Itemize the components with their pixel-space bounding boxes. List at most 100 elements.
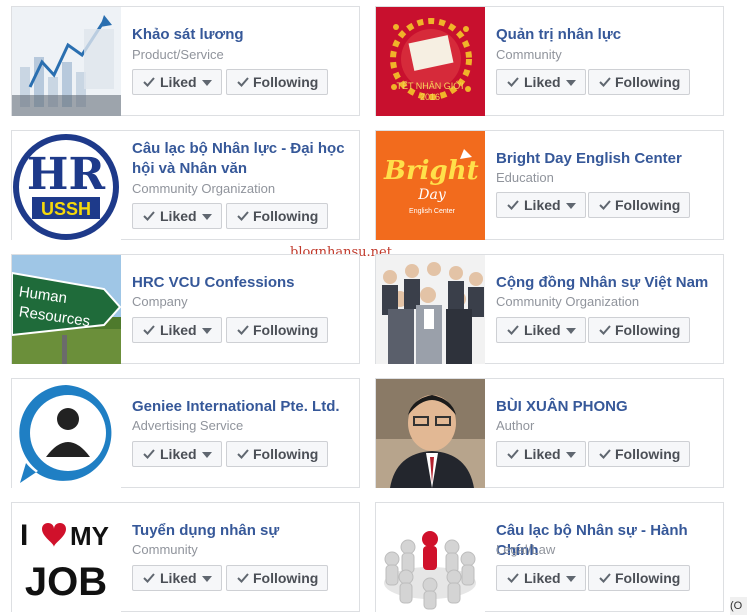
page-title[interactable]: Cộng đồng Nhân sự Việt Nam	[496, 273, 718, 293]
following-button[interactable]: Following	[588, 441, 690, 467]
liked-button[interactable]: Liked	[132, 565, 222, 591]
page-title[interactable]: BÙI XUÂN PHONG	[496, 397, 718, 417]
page-title[interactable]: Tuyển dụng nhân sự	[132, 521, 354, 541]
check-icon	[143, 211, 155, 221]
check-icon	[599, 573, 611, 583]
following-label: Following	[253, 446, 319, 462]
ussh-text: USSH	[41, 199, 91, 219]
liked-button[interactable]: Liked	[496, 192, 586, 218]
page-thumbnail-tet[interactable]: TẾT NHÂN GIỚI 2016	[376, 7, 485, 116]
page-thumbnail-i-love-my-job[interactable]: I MY JOB	[12, 503, 121, 612]
check-icon	[143, 325, 155, 335]
following-button[interactable]: Following	[226, 565, 328, 591]
caret-down-icon	[566, 203, 576, 209]
check-icon	[507, 200, 519, 210]
check-icon	[599, 325, 611, 335]
liked-label: Liked	[524, 197, 561, 213]
page-card-clb-nhan-su-hanh-chinh: Câu lạc bộ Nhân sự - Hành Chính Legal/La…	[375, 502, 724, 612]
liked-label: Liked	[524, 322, 561, 338]
page-category: Community Organization	[132, 181, 276, 196]
following-button[interactable]: Following	[588, 317, 690, 343]
page-card-tuyen-dung-nhan-su: I MY JOB Tuyển dụng nhân sự Community Li…	[11, 502, 360, 612]
following-label: Following	[253, 74, 319, 90]
following-button[interactable]: Following	[588, 565, 690, 591]
liked-button[interactable]: Liked	[132, 203, 222, 229]
liked-label: Liked	[524, 446, 561, 462]
following-label: Following	[615, 74, 681, 90]
page-category: Community Organization	[496, 294, 640, 309]
following-label: Following	[615, 570, 681, 586]
check-icon	[507, 77, 519, 87]
liked-label: Liked	[160, 74, 197, 90]
page-card-quan-tri-nhan-luc: TẾT NHÂN GIỚI 2016 Quản trị nhân lực Com…	[375, 6, 724, 116]
liked-button[interactable]: Liked	[496, 565, 586, 591]
bright-text: Bright	[383, 156, 479, 186]
caret-down-icon	[202, 328, 212, 334]
following-button[interactable]: Following	[226, 69, 328, 95]
check-icon	[599, 200, 611, 210]
page-thumbnail-geniee-logo[interactable]	[12, 379, 121, 488]
liked-button[interactable]: Liked	[132, 69, 222, 95]
page-card-khao-sat-luong: Khảo sát lương Product/Service Liked Fol…	[11, 6, 360, 116]
job-my-text: MY	[70, 521, 109, 551]
page-card-bui-xuan-phong: BÙI XUÂN PHONG Author Liked Following	[375, 378, 724, 488]
liked-button[interactable]: Liked	[496, 69, 586, 95]
page-category: Company	[132, 294, 188, 309]
liked-button[interactable]: Liked	[496, 441, 586, 467]
page-title[interactable]: HRC VCU Confessions	[132, 273, 354, 293]
page-category: Legal/Law	[496, 542, 556, 557]
page-title[interactable]: Câu lạc bộ Nhân lực - Đại học hội và Nhâ…	[132, 139, 354, 179]
page-thumbnail-team-photo[interactable]	[376, 255, 485, 364]
caret-down-icon	[202, 214, 212, 220]
check-icon	[143, 573, 155, 583]
following-button[interactable]: Following	[588, 192, 690, 218]
check-icon	[507, 325, 519, 335]
page-card-cong-dong-nhan-su: Cộng đồng Nhân sự Việt Nam Community Org…	[375, 254, 724, 364]
caret-down-icon	[566, 328, 576, 334]
page-title[interactable]: Bright Day English Center	[496, 149, 718, 169]
liked-label: Liked	[160, 322, 197, 338]
page-category: Community	[496, 47, 562, 62]
caret-down-icon	[202, 452, 212, 458]
job-i-text: I	[20, 519, 28, 552]
following-button[interactable]: Following	[588, 69, 690, 95]
liked-button[interactable]: Liked	[496, 317, 586, 343]
liked-label: Liked	[160, 208, 197, 224]
page-title[interactable]: Khảo sát lương	[132, 25, 354, 45]
following-label: Following	[615, 322, 681, 338]
following-label: Following	[253, 322, 319, 338]
page-category: Author	[496, 418, 535, 433]
page-thumbnail-hr-ussh[interactable]: HR USSH	[12, 131, 121, 240]
page-card-hrc-vcu: Human Resources HRC VCU Confessions Comp…	[11, 254, 360, 364]
page-category: Education	[496, 170, 554, 185]
check-icon	[599, 449, 611, 459]
following-button[interactable]: Following	[226, 441, 328, 467]
following-button[interactable]: Following	[226, 317, 328, 343]
check-icon	[237, 449, 249, 459]
page-thumbnail-portrait[interactable]	[376, 379, 485, 488]
tet-year: 2016	[420, 92, 440, 102]
page-thumbnail-bright-day[interactable]: Bright Day English Center	[376, 131, 485, 240]
page-title[interactable]: Quản trị nhân lực	[496, 25, 718, 45]
liked-button[interactable]: Liked	[132, 317, 222, 343]
check-icon	[143, 449, 155, 459]
page-thumbnail-chart[interactable]	[12, 7, 121, 116]
following-button[interactable]: Following	[226, 203, 328, 229]
liked-label: Liked	[524, 74, 561, 90]
page-title[interactable]: Geniee International Pte. Ltd.	[132, 397, 354, 417]
following-label: Following	[253, 208, 319, 224]
page-category: Community	[132, 542, 198, 557]
caret-down-icon	[202, 80, 212, 86]
hr-logo-text: HR	[27, 149, 106, 200]
following-label: Following	[615, 197, 681, 213]
caret-down-icon	[566, 576, 576, 582]
liked-label: Liked	[160, 570, 197, 586]
liked-button[interactable]: Liked	[132, 441, 222, 467]
check-icon	[599, 77, 611, 87]
page-category: Product/Service	[132, 47, 224, 62]
page-thumbnail-road-sign[interactable]: Human Resources	[12, 255, 121, 364]
day-text: Day	[417, 187, 447, 203]
liked-label: Liked	[160, 446, 197, 462]
page-thumbnail-people-circle[interactable]	[376, 503, 485, 612]
check-icon	[143, 77, 155, 87]
